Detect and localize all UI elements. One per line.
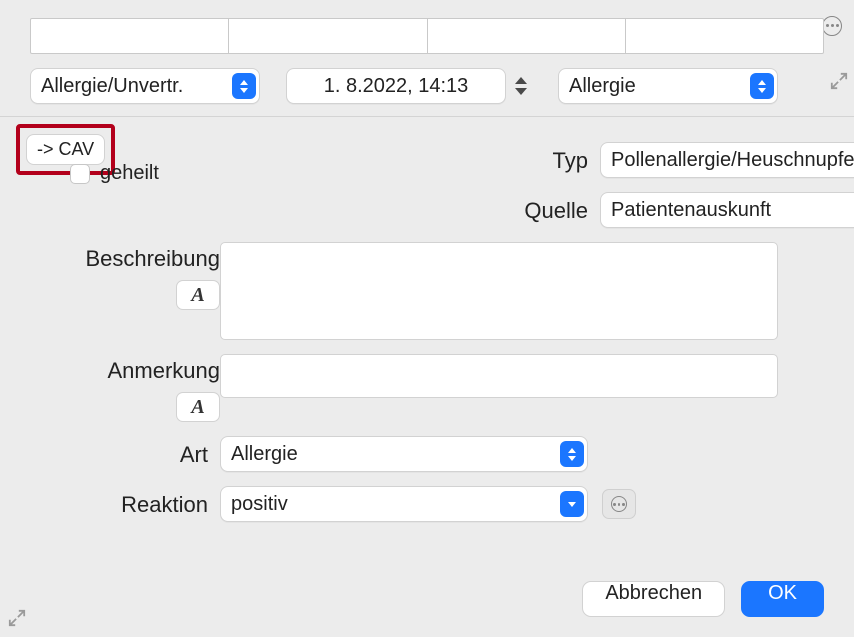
expand-icon[interactable]: [8, 609, 26, 627]
tab-2[interactable]: [229, 19, 427, 53]
quelle-label: Quelle: [220, 192, 600, 224]
geheilt-label: geheilt: [100, 162, 159, 185]
art-label: Art: [50, 436, 220, 468]
quelle-select[interactable]: Patientenauskunft: [600, 192, 854, 228]
dropdown-icon: [560, 491, 584, 517]
beschreibung-format-button[interactable]: A: [176, 280, 220, 310]
reaktion-more-button[interactable]: [602, 489, 636, 519]
updown-icon: [232, 73, 256, 99]
beschreibung-textarea[interactable]: [220, 242, 778, 340]
header-type-value: Allergie: [569, 75, 636, 98]
ok-button[interactable]: OK: [741, 581, 824, 617]
more-options-icon[interactable]: [822, 10, 842, 36]
tab-strip: [30, 18, 824, 54]
datetime-field[interactable]: 1. 8.2022, 14:13: [286, 68, 506, 104]
datetime-stepper: [510, 69, 532, 103]
reaktion-value: positiv: [231, 493, 288, 516]
beschreibung-label: Beschreibung: [85, 246, 220, 272]
category-select-value: Allergie/Unvertr.: [41, 75, 183, 98]
anmerkung-format-button[interactable]: A: [176, 392, 220, 422]
header-type-select[interactable]: Allergie: [558, 68, 778, 104]
updown-icon: [750, 73, 774, 99]
divider: [0, 116, 854, 117]
reaktion-label: Reaktion: [50, 486, 220, 518]
header-row: Allergie/Unvertr. 1. 8.2022, 14:13 Aller…: [30, 66, 824, 106]
typ-label: Typ: [220, 142, 600, 174]
tab-4[interactable]: [626, 19, 823, 53]
datetime-field-wrap: 1. 8.2022, 14:13: [286, 68, 532, 104]
geheilt-field: geheilt: [50, 142, 220, 185]
reaktion-select[interactable]: positiv: [220, 486, 588, 522]
expand-icon[interactable]: [830, 72, 848, 90]
form: Typ Pollenallergie/Heuschnupfen geheilt …: [50, 142, 824, 522]
ok-button-label: OK: [768, 582, 797, 604]
tab-3[interactable]: [428, 19, 626, 53]
quelle-value: Patientenauskunft: [611, 199, 771, 222]
geheilt-checkbox[interactable]: [70, 164, 90, 184]
typ-value: Pollenallergie/Heuschnupfen: [611, 149, 854, 172]
updown-icon: [560, 441, 584, 467]
cancel-button[interactable]: Abbrechen: [582, 581, 725, 617]
art-value: Allergie: [231, 443, 298, 466]
art-select[interactable]: Allergie: [220, 436, 588, 472]
datetime-value: 1. 8.2022, 14:13: [324, 75, 469, 98]
datetime-step-up[interactable]: [515, 77, 527, 84]
tab-1[interactable]: [31, 19, 229, 53]
typ-select[interactable]: Pollenallergie/Heuschnupfen: [600, 142, 854, 178]
datetime-step-down[interactable]: [515, 88, 527, 95]
dialog-footer: Abbrechen OK: [582, 581, 824, 617]
category-select[interactable]: Allergie/Unvertr.: [30, 68, 260, 104]
anmerkung-label: Anmerkung: [107, 358, 220, 384]
anmerkung-textarea[interactable]: [220, 354, 778, 398]
cancel-button-label: Abbrechen: [605, 582, 702, 604]
